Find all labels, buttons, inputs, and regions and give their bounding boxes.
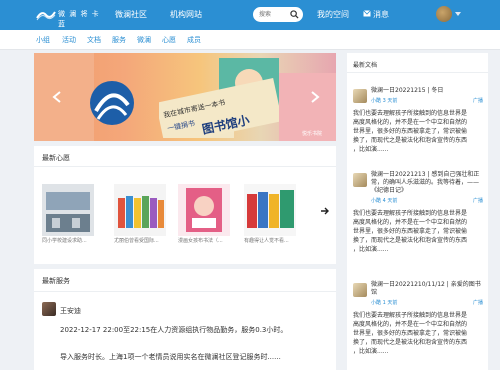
logo-icon — [36, 11, 56, 21]
user-avatar[interactable] — [436, 6, 452, 22]
carousel-prev-icon[interactable] — [52, 91, 62, 103]
service-user-name[interactable]: 王安迪 — [60, 306, 81, 316]
nav-community[interactable]: 微澜社区 — [115, 9, 147, 20]
docs-title: 最新文档 — [353, 62, 378, 69]
service-user-avatar[interactable] — [42, 302, 56, 316]
chevron-down-icon[interactable] — [455, 12, 461, 16]
excerpt-line: 世界里，很多好的东西被拿走了，常识被偷 — [353, 228, 468, 235]
wish-caption[interactable]: 同小学校建设求助... — [42, 237, 102, 244]
doc-tag[interactable]: 广播 — [473, 97, 483, 104]
wish-caption[interactable]: 尤丽伯曾看受国际... — [114, 237, 174, 244]
doc-excerpt: 我们也要去理解孩子所接触到的信息世界是 高度风格化的，并不是在一个中立和自然的 … — [353, 311, 485, 356]
tab-groups[interactable]: 小组 — [36, 35, 50, 45]
wish-caption[interactable]: 有趣得让人觉不看... — [244, 237, 304, 244]
wish-thumb[interactable] — [42, 184, 94, 236]
wish-thumb[interactable] — [178, 184, 230, 236]
search-icon[interactable] — [290, 10, 299, 19]
excerpt-line: 世界里，很多好的东西被拿走了，常识被偷 — [353, 128, 468, 135]
tab-wishes[interactable]: 心愿 — [162, 35, 176, 45]
excerpt-line: 我们也要去理解孩子所接触到的信息世界是 — [353, 210, 468, 217]
latest-docs-panel: 最新文档 微澜一日20221215 | 冬日 小酷 3 天前 广播 我们也要去理… — [347, 53, 488, 370]
wishes-title: 最新心愿 — [42, 154, 70, 162]
top-navbar: 微 澜 将 卡 蓝 微澜社区 机构网站 我的空间 消息 — [0, 0, 500, 30]
excerpt-line: 高度风格化的，并不是在一个中立和自然的 — [353, 119, 468, 126]
tab-activities[interactable]: 活动 — [62, 35, 76, 45]
divider — [34, 291, 336, 292]
nav-org-site[interactable]: 机构网站 — [170, 9, 202, 20]
section-nav: 小组 活动 文档 服务 微澜 心愿 成员 — [0, 30, 500, 50]
excerpt-line: 高度风格化的，并不是在一个中立和自然的 — [353, 219, 468, 226]
doc-title[interactable]: 微澜一日20221210/11/12 | 亲爱的图书馆 — [371, 281, 483, 297]
wish-thumb[interactable] — [114, 184, 166, 236]
messages-link[interactable]: 消息 — [373, 9, 389, 20]
latest-wishes-card: 最新心愿 同小学校建设求助... 尤丽伯曾看受国际... 漫画女孩布书法（...… — [34, 146, 336, 264]
excerpt-line: 我们也要去理解孩子所接触到的信息世界是 — [353, 110, 468, 117]
excerpt-line: 世界里，很多好的东西被拿走了，常识被偷 — [353, 330, 468, 337]
site-logo[interactable]: 微 澜 将 卡 蓝 — [36, 6, 104, 28]
doc-tag[interactable]: 广播 — [473, 299, 483, 306]
tab-weilan[interactable]: 微澜 — [137, 35, 151, 45]
service-record: 2022-12-17 22:00至22:15在人力资源组执行物品勤务，服务0.3… — [60, 326, 288, 334]
latest-services-card: 最新服务 王安迪 2022-12-17 22:00至22:15在人力资源组执行物… — [34, 269, 336, 370]
wish-thumb[interactable] — [244, 184, 296, 236]
search-input[interactable] — [259, 10, 289, 19]
excerpt-line: ，比如演...... — [353, 348, 389, 355]
doc-meta: 小酷 4 天前 — [371, 198, 398, 204]
banner-carousel[interactable]: 我在城市寄送一本书 一键捐书 图书馆小 悦乐书院 — [34, 53, 336, 141]
doc-meta: 小酷 1 天前 — [371, 300, 398, 306]
carousel-next-icon[interactable] — [310, 91, 320, 103]
banner-badge: 悦乐书院 — [302, 131, 323, 137]
wish-caption[interactable]: 漫画女孩布书法（... — [178, 237, 238, 244]
doc-excerpt: 我们也要去理解孩子所接触到的信息世界是 高度风格化的，并不是在一个中立和自然的 … — [353, 209, 485, 254]
arrow-right-icon[interactable] — [320, 206, 330, 216]
doc-excerpt: 我们也要去理解孩子所接触到的信息世界是 高度风格化的，并不是在一个中立和自然的 … — [353, 109, 485, 154]
doc-author-avatar[interactable] — [353, 173, 367, 187]
divider — [347, 72, 488, 73]
services-title: 最新服务 — [42, 277, 70, 285]
tab-documents[interactable]: 文档 — [87, 35, 101, 45]
doc-tag[interactable]: 广播 — [473, 197, 483, 204]
excerpt-line: ，比如演...... — [353, 246, 389, 253]
doc-meta: 小酷 3 天前 — [371, 98, 398, 104]
doc-author-avatar[interactable] — [353, 283, 367, 297]
search-box[interactable] — [253, 7, 303, 22]
doc-title[interactable]: 微澜一日20221213 | 感到自己强壮和正常，的确叫人乐滋滋的。我等待着，—… — [371, 171, 483, 195]
tab-services[interactable]: 服务 — [112, 35, 126, 45]
tab-members[interactable]: 成员 — [187, 35, 201, 45]
banner-signboard: 我在城市寄送一本书 一键捐书 图书馆小 — [159, 78, 279, 138]
doc-author-avatar[interactable] — [353, 89, 367, 103]
excerpt-line: 我们也要去理解孩子所接触到的信息世界是 — [353, 312, 468, 319]
service-note[interactable]: 导入服务时长。上海1项一个老情员说用实名在微澜社区登记服务时...... — [60, 352, 281, 362]
excerpt-line: 换了，而现代之是被法化和泡含宣传的东西 — [353, 237, 468, 244]
doc-title[interactable]: 微澜一日20221215 | 冬日 — [371, 87, 483, 95]
divider — [34, 166, 336, 167]
excerpt-line: ，比如演...... — [353, 146, 389, 153]
logo-text: 微 澜 将 卡 蓝 — [58, 10, 100, 28]
excerpt-line: 换了，而现代之是被法化和泡含宣传的东西 — [353, 339, 468, 346]
my-space-link[interactable]: 我的空间 — [317, 9, 349, 20]
excerpt-line: 换了，而现代之是被法化和泡含宣传的东西 — [353, 137, 468, 144]
message-icon[interactable] — [363, 10, 371, 17]
excerpt-line: 高度风格化的，并不是在一个中立和自然的 — [353, 321, 468, 328]
